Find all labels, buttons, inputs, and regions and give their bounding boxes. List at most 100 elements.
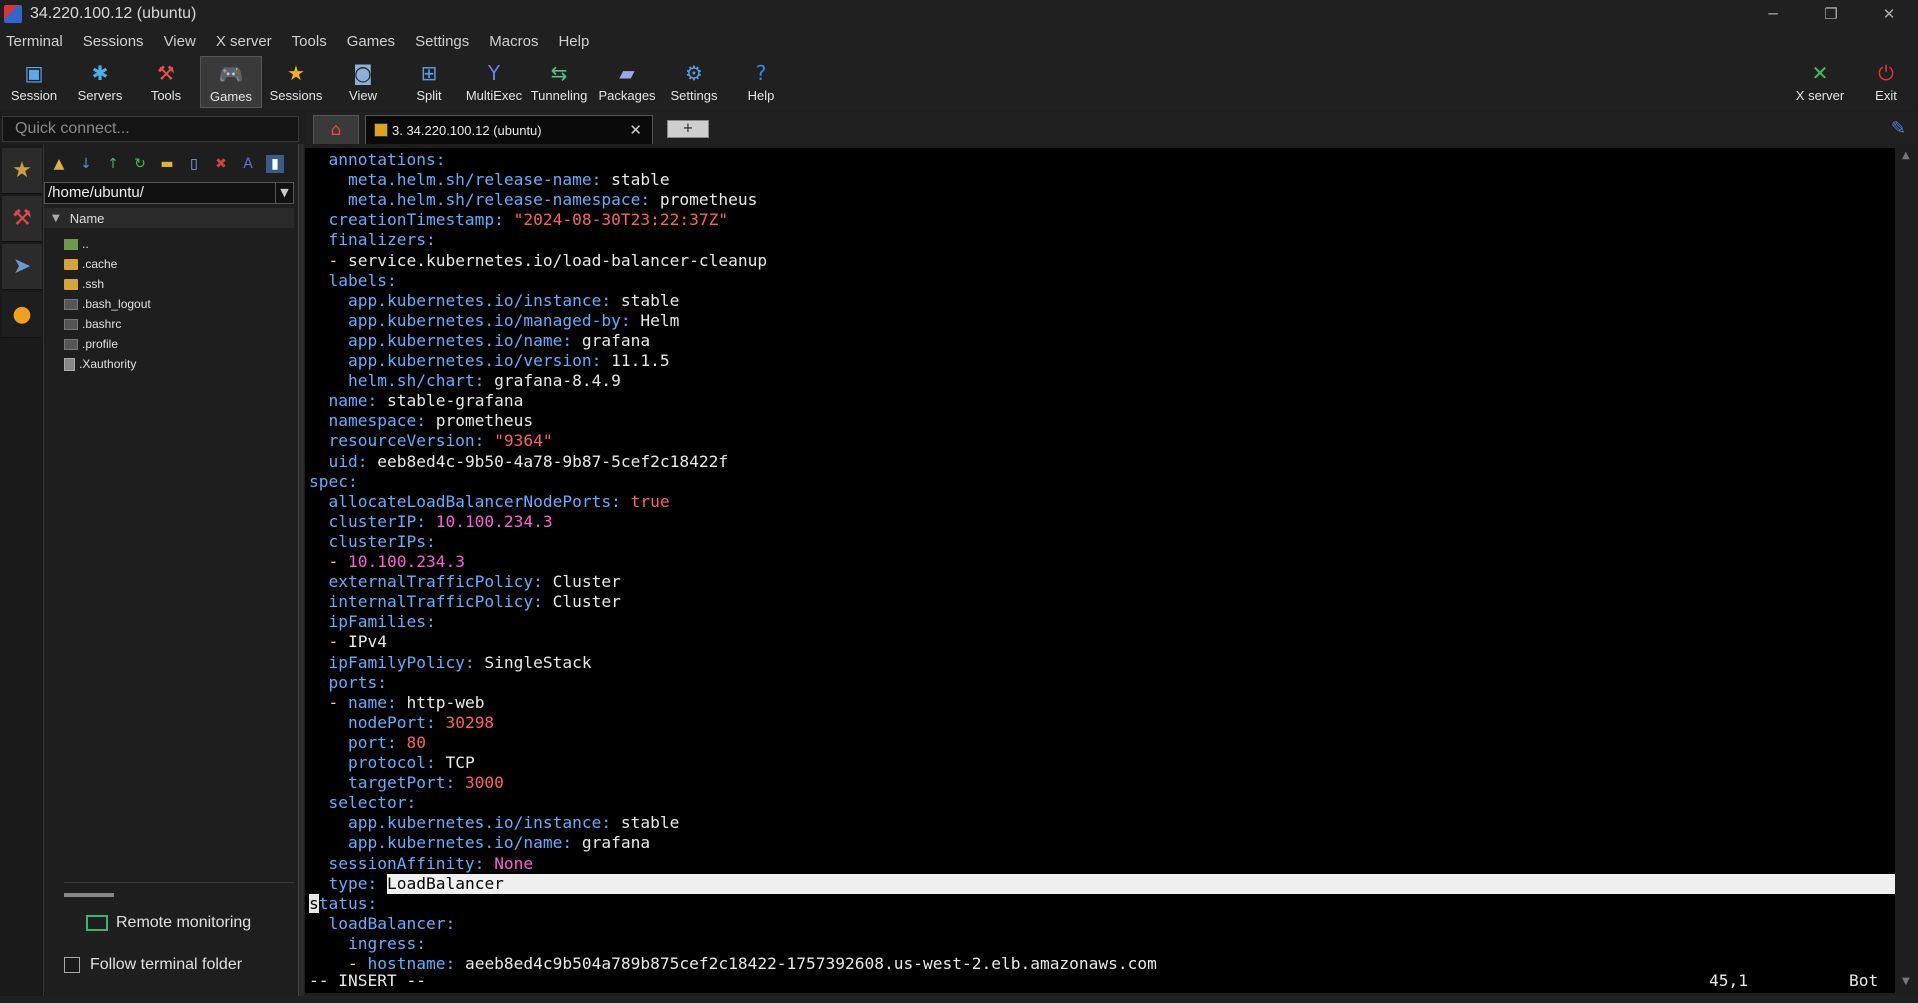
follow-terminal-folder[interactable]: Follow terminal folder bbox=[64, 956, 242, 974]
terminal-text: "2024-08-30T23:22:37Z" bbox=[513, 210, 729, 230]
toolbar-label: Session bbox=[10, 88, 58, 103]
terminal-text: name: bbox=[309, 391, 378, 411]
terminal-line: - service.kubernetes.io/load-balancer-cl… bbox=[309, 251, 767, 271]
menu-terminal[interactable]: Terminal bbox=[0, 33, 69, 50]
panel-splitter[interactable] bbox=[298, 144, 304, 1003]
new-tab-button[interactable]: + bbox=[667, 120, 709, 138]
download-icon[interactable]: ↓ bbox=[77, 155, 95, 173]
vim-mode-indicator: -- INSERT -- bbox=[309, 971, 426, 990]
path-value: /home/ubuntu/ bbox=[48, 184, 144, 201]
folder-up-icon[interactable]: ▲ bbox=[50, 155, 68, 173]
toolbar-tunneling-button[interactable]: ⇆ Tunneling bbox=[528, 56, 590, 108]
menu-x-server[interactable]: X server bbox=[210, 33, 278, 50]
view-toggle-icon[interactable]: ▮ bbox=[266, 155, 284, 173]
name-column-header[interactable]: ▼ Name bbox=[44, 208, 294, 228]
new-file-icon[interactable]: ▯ bbox=[185, 155, 203, 173]
terminal-text: type: bbox=[309, 873, 378, 893]
menu-macros[interactable]: Macros bbox=[483, 33, 544, 50]
restore-button[interactable]: ❐ bbox=[1802, 0, 1860, 28]
vertical-tab-4[interactable]: ● bbox=[2, 292, 42, 338]
menu-view[interactable]: View bbox=[158, 33, 202, 50]
rename-icon[interactable]: A bbox=[239, 155, 257, 173]
menu-sessions[interactable]: Sessions bbox=[77, 33, 150, 50]
sftp-icon: ● bbox=[12, 302, 32, 327]
vim-scroll-indicator: Bot bbox=[1849, 971, 1879, 990]
terminal-text: helm.sh/chart: bbox=[309, 371, 485, 391]
scroll-down-icon[interactable]: ▼ bbox=[1902, 976, 1910, 987]
vertical-tab-1[interactable]: ★ bbox=[2, 148, 42, 194]
menu-help[interactable]: Help bbox=[552, 33, 595, 50]
terminal-line: - hostname: aeeb8ed4c9b504a789b875cef2c1… bbox=[309, 954, 1157, 974]
delete-icon[interactable]: ✖ bbox=[212, 155, 230, 173]
close-button[interactable]: ✕ bbox=[1860, 0, 1918, 28]
file-icon bbox=[64, 338, 78, 350]
terminal-text: - bbox=[309, 954, 358, 973]
terminal-line: selector: bbox=[309, 793, 416, 813]
toolbar-packages-button[interactable]: ▰ Packages bbox=[596, 56, 658, 108]
file-list-item[interactable]: .ssh bbox=[64, 274, 294, 294]
quick-connect-input[interactable]: Quick connect... bbox=[2, 116, 299, 142]
mobaxterm-app-icon bbox=[4, 5, 22, 23]
menu-tools[interactable]: Tools bbox=[286, 33, 333, 50]
sidebar-resize-handle[interactable] bbox=[64, 893, 114, 897]
toolbar-label: Split bbox=[416, 88, 442, 103]
minimize-button[interactable]: ─ bbox=[1744, 0, 1802, 28]
scroll-up-icon[interactable]: ▲ bbox=[1902, 150, 1910, 161]
toolbar-multiexec-button[interactable]: Y MultiExec bbox=[463, 56, 525, 108]
packages-icon: ▰ bbox=[619, 61, 635, 85]
file-list-item[interactable]: .. bbox=[64, 234, 294, 254]
file-list-item[interactable]: .Xauthority bbox=[64, 354, 294, 374]
attach-icon[interactable]: ✎ bbox=[1891, 118, 1906, 139]
terminal-text: creationTimestamp: bbox=[309, 210, 504, 230]
tab-session-3[interactable]: 3. 34.220.100.12 (ubuntu) ✕ bbox=[365, 115, 653, 144]
terminal-text: labels: bbox=[309, 270, 397, 290]
terminal-text: targetPort: bbox=[309, 773, 456, 793]
bottom-edge bbox=[0, 996, 1918, 1003]
toolbar-label: X server bbox=[1795, 88, 1845, 103]
toolbar-tools-button[interactable]: ⚒ Tools bbox=[135, 56, 197, 108]
terminal-text: ipFamilyPolicy: bbox=[309, 652, 475, 672]
terminal-line: targetPort: 3000 bbox=[309, 773, 504, 793]
tab-close-icon[interactable]: ✕ bbox=[629, 121, 642, 139]
vertical-tab-2[interactable]: ⚒ bbox=[2, 196, 42, 242]
toolbar-x-server-button[interactable]: ✕ X server bbox=[1789, 56, 1851, 108]
column-label: Name bbox=[69, 210, 105, 226]
toolbar-settings-button[interactable]: ⚙ Settings bbox=[663, 56, 725, 108]
toolbar-view-button[interactable]: ◙ View bbox=[332, 56, 394, 108]
terminal-text: grafana-8.4.9 bbox=[484, 371, 621, 391]
terminal-output[interactable]: -- INSERT -- 45,1 Bot annotations: meta.… bbox=[305, 148, 1895, 993]
file-name: .profile bbox=[82, 337, 119, 351]
file-list-item[interactable]: .bashrc bbox=[64, 314, 294, 334]
toolbar-split-button[interactable]: ⊞ Split bbox=[398, 56, 460, 108]
terminal-line: app.kubernetes.io/name: grafana bbox=[309, 833, 650, 853]
upload-icon[interactable]: ↑ bbox=[104, 155, 122, 173]
terminal-text: service.kubernetes.io/load-balancer-clea… bbox=[338, 250, 768, 270]
toolbar-session-button[interactable]: ▣ Session bbox=[3, 56, 65, 108]
terminal-text: 80 bbox=[406, 732, 426, 752]
menu-games[interactable]: Games bbox=[341, 33, 401, 50]
terminal-text: resourceVersion: bbox=[309, 431, 485, 451]
toolbar-label: Packages bbox=[598, 88, 656, 103]
new-folder-icon[interactable]: ▬ bbox=[158, 155, 176, 173]
remote-monitoring-button[interactable]: Remote monitoring bbox=[86, 914, 251, 932]
follow-terminal-checkbox[interactable] bbox=[64, 957, 80, 973]
file-list-item[interactable]: .bash_logout bbox=[64, 294, 294, 314]
chevron-down-icon[interactable]: ▼ bbox=[275, 183, 293, 203]
toolbar-help-button[interactable]: ? Help bbox=[730, 56, 792, 108]
toolbar-games-button[interactable]: 🎮 Games bbox=[200, 56, 262, 108]
menu-settings[interactable]: Settings bbox=[409, 33, 475, 50]
toolbar-exit-button[interactable]: ⏻ Exit bbox=[1855, 56, 1917, 108]
toolbar-servers-button[interactable]: ✱ Servers bbox=[69, 56, 131, 108]
vertical-tab-3[interactable]: ➤ bbox=[2, 244, 42, 290]
terminal-line: app.kubernetes.io/instance: stable bbox=[309, 813, 679, 833]
file-list-item[interactable]: .profile bbox=[64, 334, 294, 354]
refresh-icon[interactable]: ↻ bbox=[131, 155, 149, 173]
toolbar-sessions-button[interactable]: ★ Sessions bbox=[265, 56, 327, 108]
terminal-text: grafana bbox=[572, 833, 651, 853]
terminal-line: uid: eeb8ed4c-9b50-4a78-9b87-5cef2c18422… bbox=[309, 452, 728, 472]
terminal-scrollbar[interactable]: ▲ ▼ bbox=[1896, 144, 1918, 1003]
file-list-item[interactable]: .cache bbox=[64, 254, 294, 274]
home-tab[interactable]: ⌂ bbox=[313, 115, 359, 144]
path-field[interactable]: /home/ubuntu/ ▼ bbox=[44, 182, 294, 204]
